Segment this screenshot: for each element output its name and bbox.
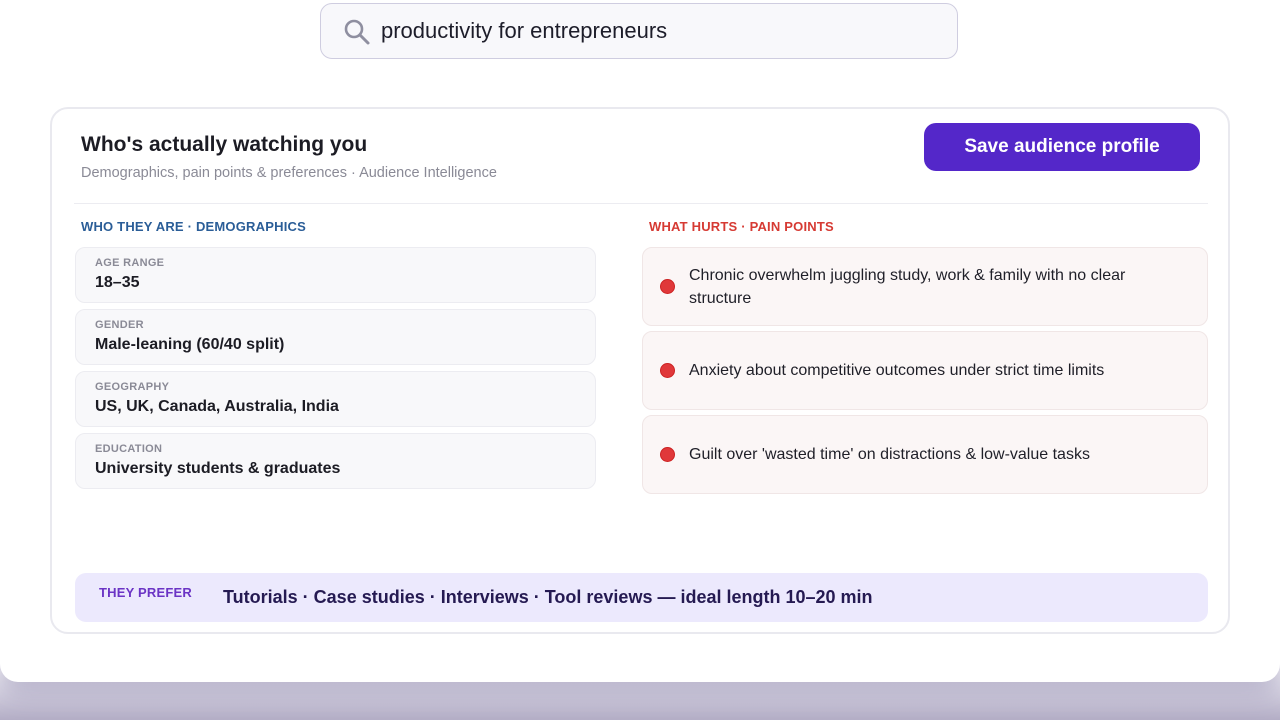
demographic-item-education: EDUCATION University students & graduate… [75, 433, 596, 489]
search-input[interactable] [381, 16, 941, 46]
pain-point-text: Chronic overwhelm juggling study, work &… [689, 266, 1126, 307]
card-title: Who's actually watching you [81, 133, 368, 156]
save-audience-profile-button[interactable]: Save audience profile [924, 123, 1200, 171]
preferences-label: THEY PREFER [99, 585, 192, 600]
demographic-label: EDUCATION [95, 443, 163, 455]
demographic-label: AGE RANGE [95, 257, 165, 269]
demographic-value: Male-leaning (60/40 split) [95, 336, 285, 353]
pain-point-text: Guilt over 'wasted time' on distractions… [689, 446, 1090, 463]
preferences-bar: THEY PREFER Tutorials · Case studies · I… [75, 573, 1208, 622]
demographics-heading: WHO THEY ARE · DEMOGRAPHICS [81, 219, 306, 234]
search-bar[interactable] [320, 3, 958, 59]
demographic-label: GENDER [95, 319, 144, 331]
divider [74, 203, 1208, 204]
demographic-value: 18–35 [95, 274, 140, 291]
audience-card: Who's actually watching you Demographics… [50, 107, 1230, 634]
preferences-value: Tutorials · Case studies · Interviews · … [223, 587, 873, 607]
pain-point-text: Anxiety about competitive outcomes under… [689, 362, 1105, 379]
demographic-label: GEOGRAPHY [95, 381, 170, 393]
demographic-value: US, UK, Canada, Australia, India [95, 398, 339, 415]
card-subtitle: Demographics, pain points & preferences … [81, 165, 497, 181]
pain-dot-icon [661, 448, 674, 461]
pain-dot-icon [661, 364, 674, 377]
demographic-item-gender: GENDER Male-leaning (60/40 split) [75, 309, 596, 365]
pain-points-heading: WHAT HURTS · PAIN POINTS [649, 219, 834, 234]
demographics-list: AGE RANGE 18–35 GENDER Male-leaning (60/… [75, 247, 596, 495]
pain-point-item: Chronic overwhelm juggling study, work &… [642, 247, 1208, 326]
demographic-value: University students & graduates [95, 460, 341, 477]
pain-point-item: Anxiety about competitive outcomes under… [642, 331, 1208, 410]
search-icon [344, 19, 370, 45]
demographic-item-geography: GEOGRAPHY US, UK, Canada, Australia, Ind… [75, 371, 596, 427]
page: Who's actually watching you Demographics… [0, 0, 1280, 682]
pain-dot-icon [661, 280, 674, 293]
pain-point-item: Guilt over 'wasted time' on distractions… [642, 415, 1208, 494]
pain-points-list: Chronic overwhelm juggling study, work &… [642, 247, 1208, 499]
demographic-item-age-range: AGE RANGE 18–35 [75, 247, 596, 303]
